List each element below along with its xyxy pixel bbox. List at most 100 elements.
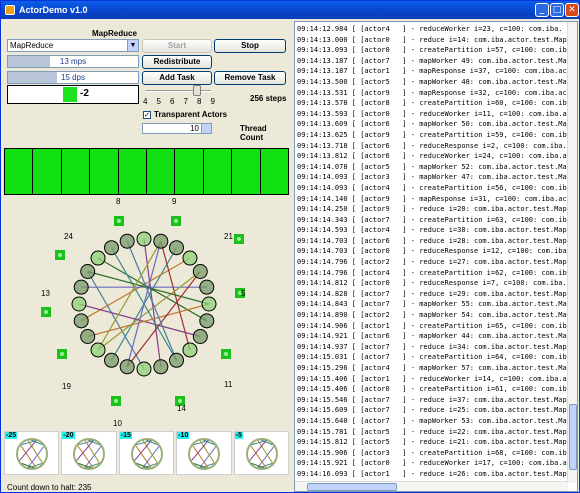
- status-text: Count down to halt: 235: [7, 483, 92, 492]
- thread-cell: [175, 149, 203, 194]
- dps-bar: 15 dps: [7, 71, 139, 84]
- node-label: 13: [41, 289, 50, 298]
- mps-label: 13 mps: [59, 57, 87, 66]
- log-line: 09:14:14.250 [ [actor9 ] - reduce i=20: …: [297, 205, 567, 214]
- log-line: 09:14:13.718 [ [actor6 ] - reduceRespons…: [297, 141, 567, 150]
- thumbnail-label: -25: [5, 432, 18, 439]
- log-line: 09:14:15.921 [ [actor0 ] - reduceWorker …: [297, 459, 567, 468]
- log-line: 09:14:14.703 [ [actor6 ] - reduce i=28: …: [297, 236, 567, 245]
- thread-count-label: Thread Count: [240, 124, 267, 142]
- thread-cell: [61, 149, 90, 194]
- log-line: 09:14:14.828 [ [actor7 ] - reduce i=29: …: [297, 289, 567, 298]
- mps-bar: 13 mps: [7, 55, 139, 68]
- remove-task-button[interactable]: Remove Task: [214, 71, 286, 85]
- transparent-label: Transparent Actors: [154, 110, 228, 119]
- thread-cell: [203, 149, 232, 194]
- close-icon[interactable]: ✕: [565, 3, 579, 17]
- node-label: 21: [224, 232, 233, 241]
- log-line: 09:14:13.093 [ [actor0 ] - createPartiti…: [297, 46, 567, 55]
- redistribute-button[interactable]: Redistribute: [142, 55, 212, 69]
- node-label: 8: [116, 197, 121, 206]
- vertical-scrollbar[interactable]: [567, 22, 577, 483]
- thread-cell: [5, 149, 33, 194]
- log-line: 09:14:13.578 [ [actor8 ] - createPartiti…: [297, 99, 567, 108]
- thumbnail-label: -5: [234, 432, 243, 439]
- history-thumbnail[interactable]: -10: [176, 431, 232, 475]
- thread-activity-row: [4, 148, 289, 195]
- log-line: 09:14:14.343 [ [actor7 ] - createPartiti…: [297, 215, 567, 224]
- minimize-icon[interactable]: _: [535, 3, 549, 17]
- log-line: 09:14:13.187 [ [actor7 ] - mapWorker 49:…: [297, 56, 567, 65]
- slider-tick: 9: [210, 97, 215, 106]
- stop-button[interactable]: Stop: [214, 39, 286, 53]
- chevron-down-icon[interactable]: ▼: [127, 40, 138, 51]
- log-line: 09:14:14.093 [ [actor3 ] - mapWorker 47:…: [297, 173, 567, 182]
- node-label: 9: [172, 197, 177, 206]
- actor-node: [119, 359, 135, 375]
- worker-node-dot: [237, 237, 241, 241]
- thumbnail-ring: [188, 438, 221, 470]
- control-panel: MapReduce MapReduce ▼ Start Stop 13 mps …: [4, 21, 290, 492]
- step-indicator: -2: [7, 85, 139, 104]
- scrollbar-thumb[interactable]: [307, 483, 397, 491]
- window-title: ActorDemo v1.0: [19, 5, 88, 15]
- history-thumbnails: -25 -20 -15 -10 -5: [4, 431, 290, 475]
- slider-tick: 7: [183, 97, 188, 106]
- algorithm-select-value: MapReduce: [10, 41, 54, 50]
- log-line: 09:14:14.937 [ [actor7 ] - reduce i=34: …: [297, 342, 567, 351]
- maximize-icon[interactable]: □: [550, 3, 564, 17]
- history-thumbnail[interactable]: -5: [233, 431, 290, 475]
- log-line: 09:14:15.640 [ [actor7 ] - mapWorker 53:…: [297, 416, 567, 425]
- log-line: 09:14:12.984 [ [actor4 ] - reduceWorker …: [297, 25, 563, 33]
- log-line: 09:14:16.093 [ [actor1 ] - reduce i=26: …: [297, 469, 567, 478]
- slider-thumb[interactable]: [192, 85, 201, 96]
- start-button[interactable]: Start: [142, 39, 212, 53]
- node-label: 14: [177, 404, 186, 413]
- thread-cell: [33, 149, 61, 194]
- log-line: 09:14:13.609 [ [actor6 ] - mapWorker 50:…: [297, 120, 567, 129]
- actor-node: [153, 359, 169, 375]
- actor-node: [136, 361, 152, 377]
- thread-count-spinner[interactable]: 10: [142, 123, 212, 134]
- thread-cell: [232, 149, 260, 194]
- transparent-checkbox[interactable]: ✓: [143, 111, 151, 119]
- title-bar[interactable]: ActorDemo v1.0 _ □ ✕: [1, 1, 579, 19]
- thumbnail-edge: [256, 439, 274, 465]
- actor-node: [201, 296, 217, 312]
- log-line: 09:14:14.078 [ [actor5 ] - mapWorker 52:…: [297, 162, 567, 171]
- steps-label: 256 steps: [250, 94, 287, 103]
- algorithm-select[interactable]: MapReduce ▼: [7, 39, 139, 52]
- actor-node: [169, 352, 184, 368]
- log-line: 09:14:14.140 [ [actor9 ] - mapResponse i…: [297, 194, 567, 203]
- history-thumbnail[interactable]: -15: [118, 431, 175, 475]
- log-line: 09:14:14.890 [ [actor2 ] - mapWorker 54:…: [297, 311, 567, 320]
- thumbnail-label: -10: [177, 432, 190, 439]
- actor-node: [192, 329, 208, 344]
- horizontal-scrollbar[interactable]: [295, 481, 568, 491]
- log-line: 09:14:13.812 [ [actor6 ] - reduceWorker …: [297, 152, 567, 161]
- slider-ticks: 456789: [143, 97, 215, 106]
- worker-node-dot: [114, 399, 118, 403]
- speed-slider[interactable]: 456789: [143, 85, 215, 106]
- worker-node-dot: [44, 310, 48, 314]
- actor-node: [80, 329, 96, 344]
- node-label: 24: [64, 232, 73, 241]
- history-thumbnail[interactable]: -20: [61, 431, 117, 475]
- thumbnail-edge: [84, 439, 101, 465]
- thumbnail-label: -15: [119, 432, 132, 439]
- thread-cell: [90, 149, 118, 194]
- actor-node: [119, 233, 135, 249]
- actor-node: [73, 313, 89, 329]
- log-pane[interactable]: 09:14:12.984 [ [actor4 ] - reduceWorker …: [294, 21, 578, 492]
- scrollbar-thumb[interactable]: [569, 404, 577, 470]
- spinner-arrows-icon[interactable]: [201, 124, 211, 133]
- log-line: 09:14:15.812 [ [actor5 ] - reduce i=21: …: [297, 438, 567, 447]
- actor-node: [182, 250, 198, 266]
- add-task-button[interactable]: Add Task: [142, 71, 212, 85]
- thumbnail-ring: [130, 438, 163, 470]
- actor-node: [80, 264, 96, 279]
- log-line: 09:14:15.609 [ [actor7 ] - reduce i=25: …: [297, 406, 567, 415]
- history-thumbnail[interactable]: -25: [4, 431, 60, 475]
- message-edge: [126, 240, 178, 361]
- mps-bar-fill: [8, 56, 50, 67]
